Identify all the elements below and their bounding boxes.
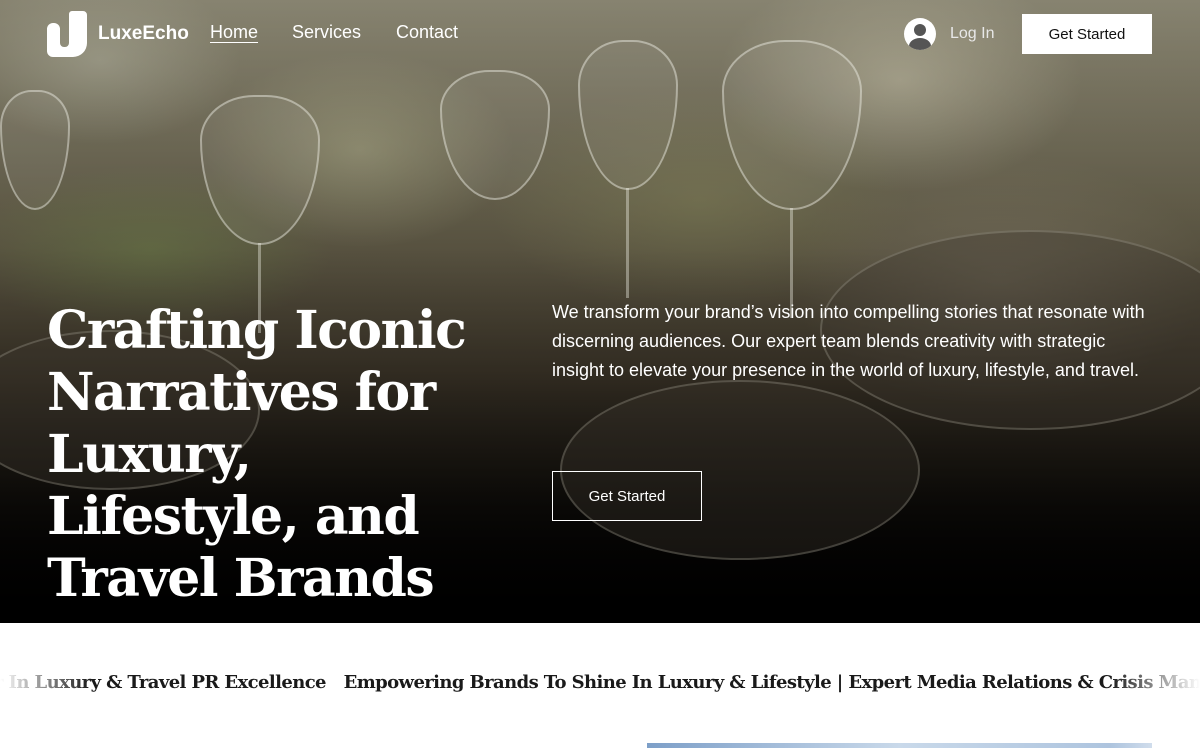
brand-name[interactable]: LuxeEcho — [98, 23, 189, 45]
login-button[interactable]: Log In — [904, 18, 994, 50]
marquee-track: r In Luxury & Travel PR Excellence Empow… — [0, 672, 1200, 693]
logo-icon[interactable] — [47, 11, 87, 57]
hero-description: We transform your brand’s vision into co… — [552, 302, 1145, 380]
marquee-fade-right — [1110, 623, 1200, 748]
marquee-item: Empowering Brands To Shine In Luxury & L… — [343, 672, 1200, 693]
section-preview-image — [647, 743, 1152, 748]
marquee-banner: r In Luxury & Travel PR Excellence Empow… — [0, 623, 1200, 748]
login-label: Log In — [950, 25, 995, 42]
nav-link-services[interactable]: Services — [292, 22, 361, 43]
hero-headline: Crafting Iconic Narratives for Luxury, L… — [47, 300, 467, 609]
marquee-fade-left — [0, 623, 90, 748]
nav-link-contact[interactable]: Contact — [396, 22, 458, 43]
nav-link-home[interactable]: Home — [210, 22, 258, 43]
user-avatar-icon — [904, 18, 936, 50]
get-started-hero-button[interactable]: Get Started — [552, 471, 702, 521]
top-navigation: LuxeEcho Home Services Contact Log In Ge… — [0, 0, 1200, 68]
get-started-nav-button[interactable]: Get Started — [1022, 14, 1152, 54]
